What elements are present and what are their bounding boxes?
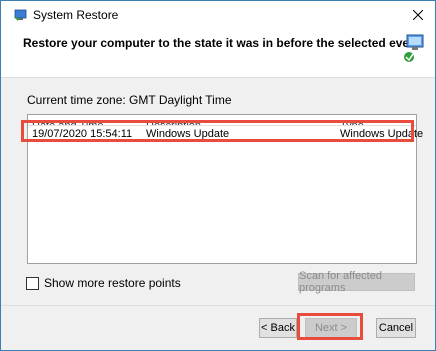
row-type: Windows Update bbox=[340, 128, 424, 140]
window-title: System Restore bbox=[33, 8, 119, 22]
column-header-type[interactable]: Type bbox=[340, 115, 364, 125]
show-more-label: Show more restore points bbox=[44, 276, 181, 290]
column-header-date[interactable]: Date and Time bbox=[32, 115, 104, 125]
header-instruction: Restore your computer to the state it wa… bbox=[23, 36, 421, 50]
system-restore-icon bbox=[14, 9, 27, 21]
wizard-header: Restore your computer to the state it wa… bbox=[1, 29, 435, 78]
cancel-button[interactable]: Cancel bbox=[376, 318, 416, 338]
scan-affected-programs-button[interactable]: Scan for affected programs bbox=[298, 270, 415, 294]
system-restore-window: System Restore Restore your computer to … bbox=[0, 0, 436, 351]
title-bar: System Restore bbox=[1, 1, 435, 29]
back-button[interactable]: < Back bbox=[259, 318, 297, 338]
footer-divider bbox=[1, 305, 435, 306]
timezone-label: Current time zone: GMT Daylight Time bbox=[27, 93, 232, 107]
checkbox-box[interactable] bbox=[26, 276, 39, 290]
system-restore-large-icon bbox=[404, 34, 424, 62]
next-button[interactable]: Next > bbox=[305, 318, 357, 338]
table-row[interactable]: 19/07/2020 15:54:11 Windows Update Windo… bbox=[28, 126, 423, 143]
close-button[interactable] bbox=[401, 1, 435, 29]
column-header-description[interactable]: Description bbox=[146, 115, 201, 125]
show-more-checkbox[interactable]: Show more restore points bbox=[26, 276, 181, 290]
restore-points-list[interactable]: Date and Time Description Type 19/07/202… bbox=[27, 114, 423, 264]
close-icon bbox=[413, 10, 423, 20]
row-description: Windows Update bbox=[146, 128, 230, 140]
row-date-time: 19/07/2020 15:54:11 bbox=[32, 128, 133, 140]
